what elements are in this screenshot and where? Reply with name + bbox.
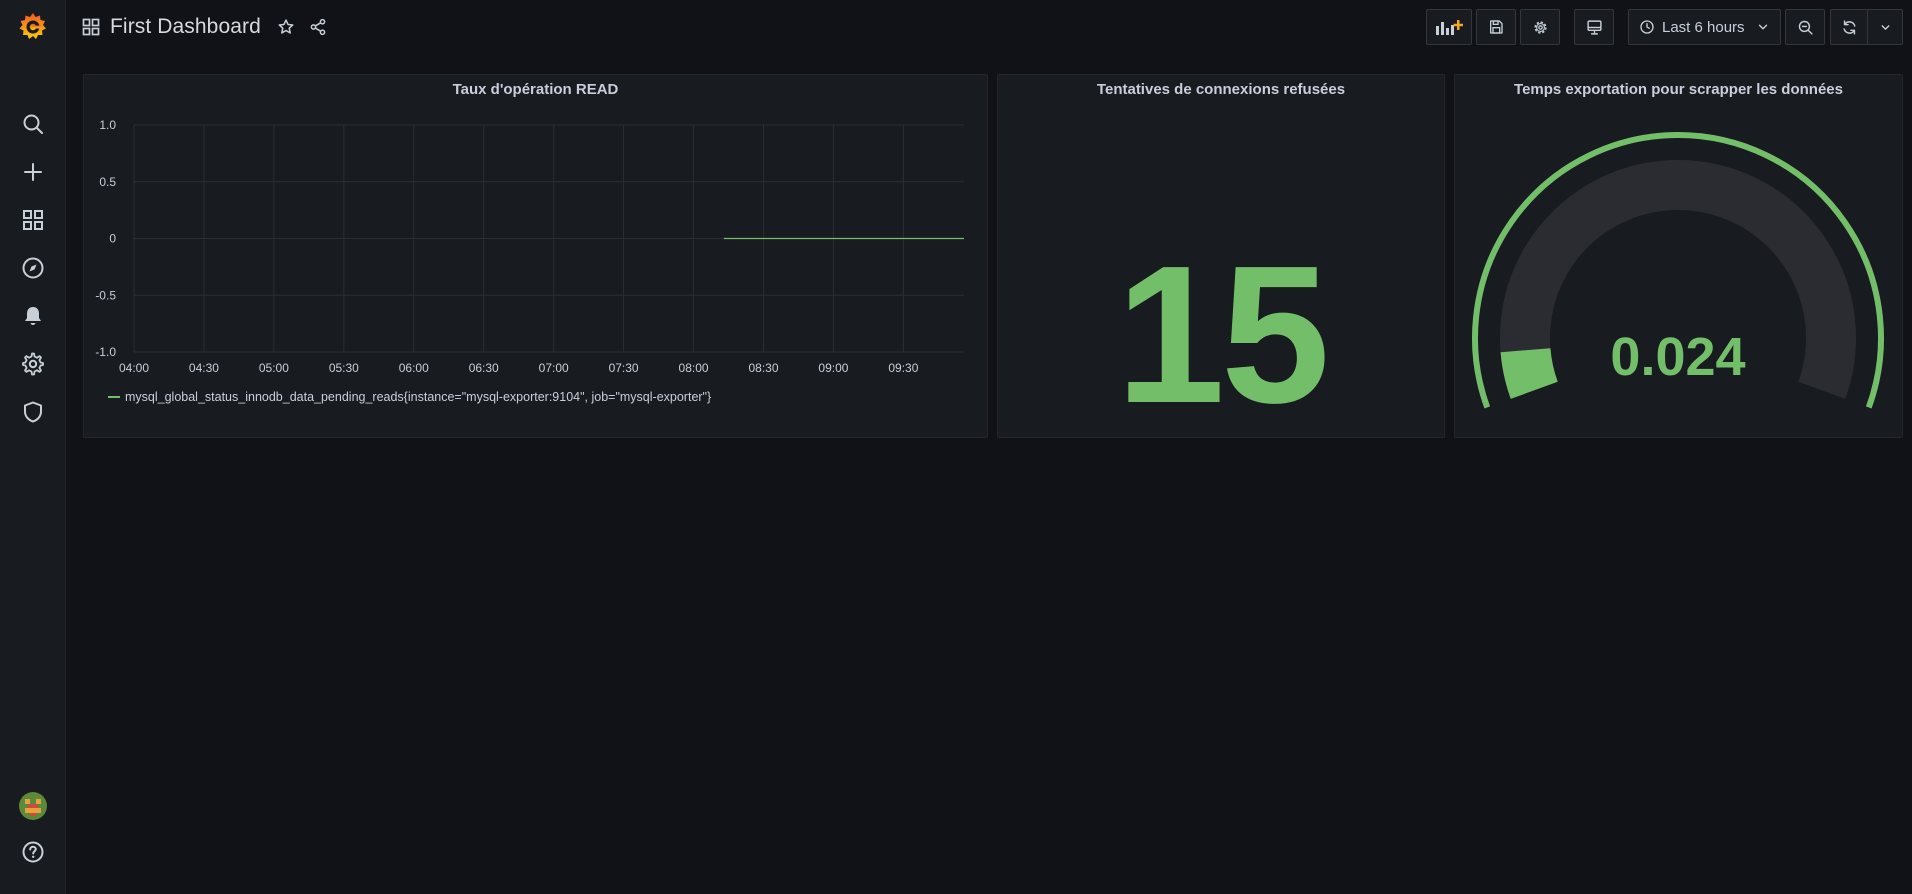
- explore-icon: [22, 257, 43, 279]
- stat-value: 15: [1115, 225, 1330, 444]
- gauge-fill: [1500, 347, 1558, 399]
- refresh-interval-dropdown[interactable]: [1867, 9, 1903, 45]
- dashboard-settings-button[interactable]: [1520, 9, 1560, 45]
- configuration-icon: [21, 352, 44, 376]
- search-icon: [23, 114, 43, 134]
- plus-icon: [23, 163, 42, 181]
- explore-nav[interactable]: [0, 248, 65, 288]
- x-tick-label: 07:30: [609, 361, 639, 375]
- y-tick-label: -0.5: [95, 288, 116, 302]
- panel-title[interactable]: Tentatives de connexions refusées: [998, 81, 1444, 98]
- save-dashboard-button[interactable]: [1476, 9, 1516, 45]
- avatar: [18, 792, 47, 820]
- gear-icon: [1533, 20, 1547, 34]
- legend: mysql_global_status_innodb_data_pending_…: [108, 390, 711, 404]
- clock-icon: [1640, 20, 1654, 34]
- alerting-icon: [24, 307, 41, 325]
- time-range-picker[interactable]: Last 6 hours: [1628, 9, 1781, 45]
- create-nav[interactable]: [0, 152, 65, 192]
- save-icon: [1490, 20, 1503, 34]
- dashboard-title-area: First Dashboard: [82, 13, 327, 41]
- dashboard-navbar: First Dashboard Last 6 hours: [66, 0, 1912, 54]
- x-tick-label: 09:30: [888, 361, 918, 375]
- refresh-dashboard-button[interactable]: [1830, 9, 1868, 45]
- x-tick-label: 04:30: [189, 361, 219, 375]
- dashboards-icon: [22, 210, 43, 230]
- panel-refused-connections: Tentatives de connexions refusées 15: [997, 74, 1445, 438]
- x-tick-label: 05:00: [259, 361, 289, 375]
- x-tick-label: 08:30: [748, 361, 778, 375]
- add-panel-button[interactable]: [1426, 9, 1472, 45]
- legend-label[interactable]: mysql_global_status_innodb_data_pending_…: [125, 390, 711, 404]
- help-nav[interactable]: [0, 832, 65, 872]
- zoom-out-icon: [1798, 20, 1813, 35]
- panel-read-ops: Taux d'opération READ 1.0 0.5 0 -0.5 -1.0 04:…: [83, 74, 988, 438]
- grafana-logo[interactable]: [0, 6, 65, 48]
- grafana-logo-icon: [19, 13, 46, 39]
- x-tick-label: 09:00: [818, 361, 848, 375]
- zoom-out-button[interactable]: [1785, 9, 1825, 45]
- cycle-view-mode-button[interactable]: [1574, 9, 1614, 45]
- time-range-label: Last 6 hours: [1662, 18, 1745, 36]
- x-tick-label: 07:00: [539, 361, 569, 375]
- share-icon[interactable]: [309, 18, 327, 36]
- y-tick-label: 0: [109, 232, 116, 246]
- gauge-chart: 0.024: [1472, 132, 1884, 409]
- server-admin-nav[interactable]: [0, 392, 65, 432]
- y-tick-label: -1.0: [95, 345, 116, 359]
- chevron-down-icon: [1758, 24, 1768, 30]
- x-tick-label: 06:30: [469, 361, 499, 375]
- star-icon[interactable]: [277, 18, 295, 36]
- dashboards-nav[interactable]: [0, 200, 65, 240]
- chevron-down-icon: [1881, 24, 1889, 30]
- panel-export-time: Temps exportation pour scrapper les donn…: [1454, 74, 1903, 438]
- x-tick-label: 04:00: [119, 361, 149, 375]
- y-tick-label: 0.5: [99, 175, 116, 189]
- monitor-icon: [1586, 19, 1602, 35]
- shield-icon: [23, 401, 42, 423]
- alerting-nav[interactable]: [0, 296, 65, 336]
- x-tick-label: 05:30: [329, 361, 359, 375]
- page-title[interactable]: First Dashboard: [110, 15, 261, 39]
- refresh-icon: [1842, 19, 1856, 35]
- x-tick-label: 06:00: [399, 361, 429, 375]
- configuration-nav[interactable]: [0, 344, 65, 384]
- gauge-value: 0.024: [1610, 327, 1745, 387]
- y-tick-label: 1.0: [99, 118, 116, 132]
- profile-nav[interactable]: [0, 786, 65, 826]
- dashboards-icon: [82, 18, 100, 36]
- time-series-chart: 1.0 0.5 0 -0.5 -1.004:00 04:30 05:00 05:30 06:00…: [95, 118, 964, 404]
- search-nav[interactable]: [0, 104, 65, 144]
- help-icon: [22, 841, 43, 863]
- add-panel-icon: [1436, 20, 1463, 35]
- x-tick-label: 08:00: [679, 361, 709, 375]
- sidebar: [0, 0, 66, 894]
